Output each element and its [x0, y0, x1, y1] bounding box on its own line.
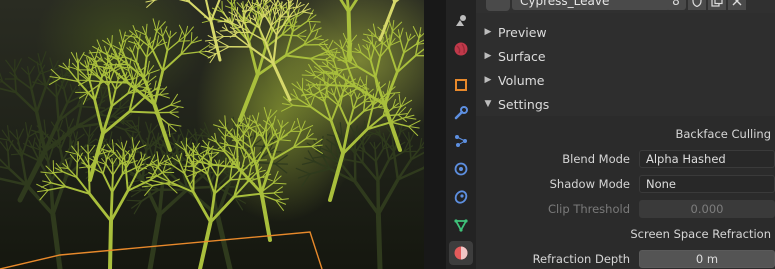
tab-material[interactable] [449, 241, 473, 265]
constraints-icon [454, 190, 468, 204]
panel-surface-header[interactable]: ▶ Surface [476, 44, 775, 68]
panel-surface-label: Surface [498, 48, 546, 64]
particles-icon [455, 135, 467, 147]
blend-mode-dropdown[interactable]: Alpha Hashed [639, 150, 775, 168]
settings-panel-body: Backface Culling Blend Mode Alpha Hashed… [476, 116, 775, 269]
clip-threshold-label: Clip Threshold [547, 202, 630, 216]
panel-preview-label: Preview [498, 24, 547, 40]
shadow-mode-label: Shadow Mode [549, 177, 630, 191]
properties-tab-bar [446, 0, 476, 269]
panel-volume-label: Volume [498, 72, 545, 88]
physics-icon [454, 162, 468, 176]
material-name-field[interactable]: Cypress_Leave [512, 0, 670, 10]
tab-data[interactable] [449, 213, 473, 237]
collapsed-arrow-icon: ▶ [484, 75, 492, 85]
tab-scene[interactable] [449, 8, 473, 32]
wrench-icon [454, 106, 468, 120]
browse-material-button[interactable] [486, 0, 510, 11]
panel-volume-header[interactable]: ▶ Volume [476, 68, 775, 92]
material-slot-header: Cypress_Leave 8 [476, 0, 775, 13]
collapsed-arrow-icon: ▶ [484, 51, 492, 61]
panel-settings-header[interactable]: ▼ Settings [476, 92, 775, 116]
selection-outline [0, 231, 323, 269]
tab-world[interactable] [449, 37, 473, 61]
screen-space-refraction-checkbox[interactable]: Screen Space Refraction [630, 227, 771, 241]
refraction-depth-field[interactable]: 0 m [639, 250, 775, 268]
foliage-render [0, 0, 424, 269]
blend-mode-label: Blend Mode [562, 152, 630, 166]
screen-space-refraction-label: Screen Space Refraction [630, 227, 771, 241]
clip-threshold-field[interactable]: 0.000 [639, 200, 775, 218]
material-icon [454, 246, 468, 260]
refraction-depth-label: Refraction Depth [532, 252, 630, 266]
backface-culling-label: Backface Culling [675, 127, 771, 141]
3d-viewport[interactable] [0, 0, 424, 269]
fake-user-shield-icon[interactable] [688, 0, 706, 10]
region-divider [424, 0, 446, 269]
backface-culling-checkbox[interactable]: Backface Culling [675, 127, 771, 141]
tab-constraints[interactable] [449, 185, 473, 209]
expanded-arrow-icon: ▼ [484, 99, 492, 109]
panel-preview-header[interactable]: ▶ Preview [476, 20, 775, 44]
world-icon [454, 42, 468, 56]
unlink-material-close-icon[interactable] [728, 0, 746, 10]
tab-modifiers[interactable] [449, 101, 473, 125]
mesh-data-icon [454, 219, 468, 232]
properties-panel: Cypress_Leave 8 ▶ Preview ▶ Surface ▶ Vo… [476, 0, 775, 269]
object-icon [455, 79, 467, 91]
tab-object[interactable] [449, 73, 473, 97]
collapsed-arrow-icon: ▶ [484, 27, 492, 37]
panel-settings-label: Settings [498, 96, 550, 112]
material-user-count[interactable]: 8 [666, 0, 686, 10]
scene-icon [456, 15, 466, 26]
shadow-mode-dropdown[interactable]: None [639, 175, 775, 193]
duplicate-material-icon[interactable] [708, 0, 726, 10]
tab-physics[interactable] [449, 157, 473, 181]
tab-particles[interactable] [449, 129, 473, 153]
